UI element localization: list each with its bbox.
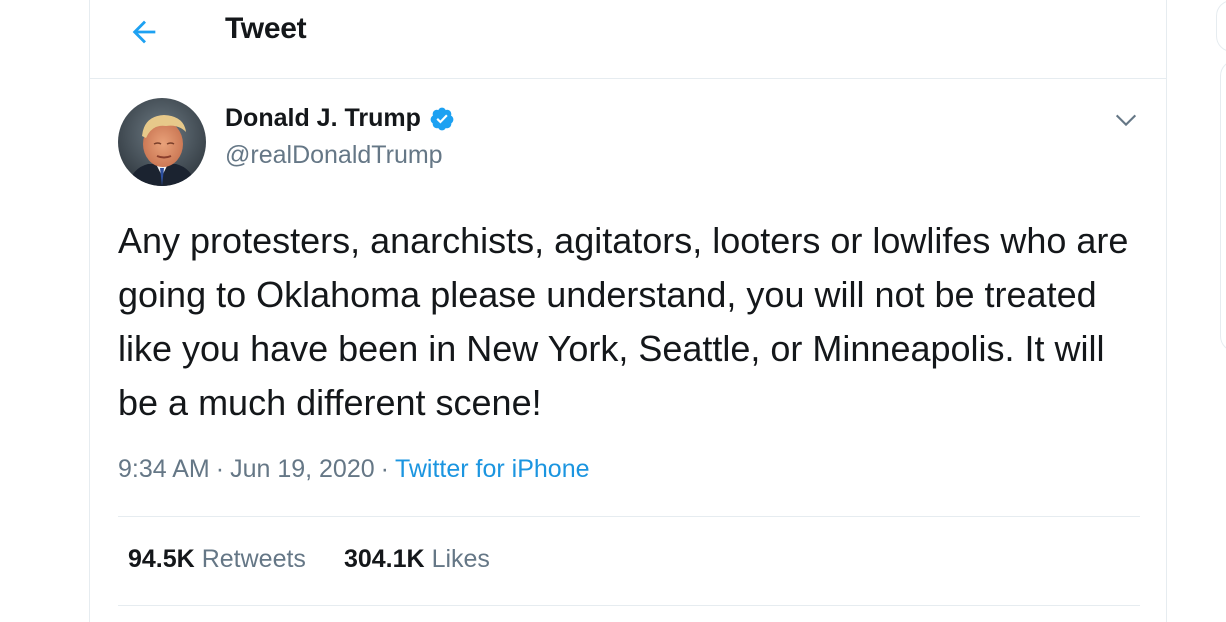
back-button[interactable]: [124, 12, 164, 52]
page-title: Tweet: [225, 12, 307, 45]
retweets-stat[interactable]: 94.5K Retweets: [128, 545, 306, 574]
more-options-button[interactable]: [1110, 104, 1142, 136]
main-column: Tweet Donald J. Trump @realDonaldTrump A…: [89, 0, 1167, 622]
author-name-row[interactable]: Donald J. Trump: [225, 104, 455, 133]
chevron-down-icon: [1115, 114, 1137, 127]
verified-badge-icon: [430, 107, 454, 130]
likes-count: 304.1K: [343, 545, 425, 573]
avatar-image: [118, 98, 206, 186]
tweet-date[interactable]: Jun 19, 2020: [230, 455, 375, 483]
tweet-stats: 94.5K Retweets 304.1K Likes: [128, 545, 490, 574]
tweet-metadata: 9:34 AM · Jun 19, 2020 · Twitter for iPhone: [118, 455, 590, 484]
retweets-label: Retweets: [201, 545, 306, 573]
likes-stat[interactable]: 304.1K Likes: [344, 545, 490, 574]
author-display-name[interactable]: Donald J. Trump: [225, 104, 421, 133]
avatar[interactable]: [118, 98, 206, 186]
meta-separator: ·: [380, 455, 389, 483]
retweets-count: 94.5K: [128, 545, 195, 573]
arrow-left-icon: [132, 20, 156, 44]
sidebar-search-edge: [1216, 0, 1226, 52]
page: Tweet Donald J. Trump @realDonaldTrump A…: [0, 0, 1226, 622]
likes-label: Likes: [431, 545, 490, 573]
tweet-time[interactable]: 9:34 AM: [118, 455, 210, 483]
sidebar-card-edge: [1220, 60, 1226, 352]
tweet-text: Any protesters, anarchists, agitators, l…: [118, 220, 1129, 423]
page-header: Tweet: [90, 0, 1166, 79]
author-handle[interactable]: @realDonaldTrump: [225, 141, 443, 170]
tweet-source-link[interactable]: Twitter for iPhone: [395, 455, 590, 483]
divider: [118, 516, 1140, 517]
meta-separator: ·: [215, 455, 225, 483]
divider: [118, 605, 1140, 606]
